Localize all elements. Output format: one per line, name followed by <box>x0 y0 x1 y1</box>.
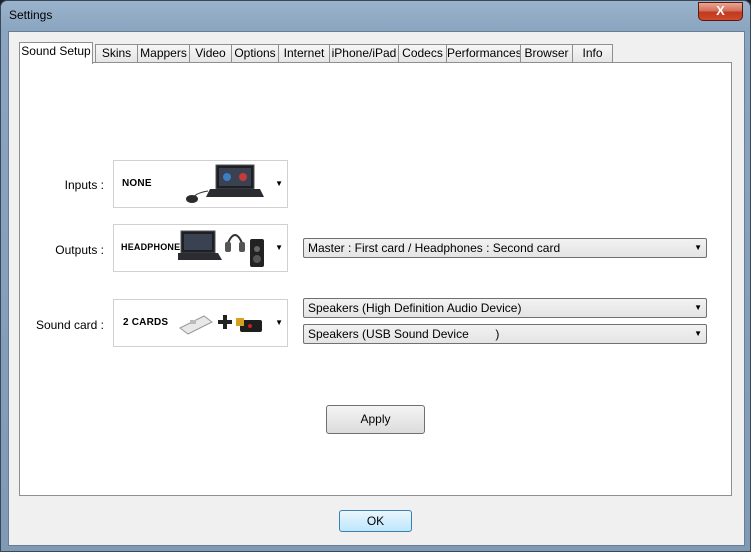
tab-performances[interactable]: Performances <box>446 44 522 62</box>
tab-video[interactable]: Video <box>189 44 232 62</box>
tab-skins[interactable]: Skins <box>95 44 138 62</box>
tab-browser[interactable]: Browser <box>520 44 573 62</box>
tab-options[interactable]: Options <box>231 44 279 62</box>
sound-card-2-select[interactable]: Speakers (USB Sound Device ) ▼ <box>303 324 707 344</box>
output-mode-value: Master : First card / Headphones : Secon… <box>308 241 561 255</box>
sound-card-combo[interactable]: 2 CARDS ▼ <box>113 299 288 347</box>
tab-mappers[interactable]: Mappers <box>137 44 190 62</box>
apply-button[interactable]: Apply <box>326 405 425 434</box>
chevron-down-icon: ▼ <box>694 329 702 338</box>
outputs-label: Outputs : <box>55 243 104 257</box>
chevron-down-icon: ▼ <box>694 303 702 312</box>
sound-card-label: Sound card : <box>35 318 104 332</box>
outputs-combo[interactable]: HEADPHONES ▼ <box>113 224 288 272</box>
tab-info[interactable]: Info <box>572 44 613 62</box>
output-mode-select[interactable]: Master : First card / Headphones : Secon… <box>303 238 707 258</box>
outputs-value: HEADPHONES <box>121 242 187 252</box>
inputs-value: NONE <box>122 178 152 189</box>
inputs-combo[interactable]: NONE ▼ <box>113 160 288 208</box>
title-bar[interactable]: Settings X <box>1 1 750 31</box>
sound-card-1-value: Speakers (High Definition Audio Device) <box>308 301 522 315</box>
laptop-mouse-icon <box>186 164 264 203</box>
sound-card-1-select[interactable]: Speakers (High Definition Audio Device) … <box>303 298 707 318</box>
tab-internet[interactable]: Internet <box>278 44 330 62</box>
tab-sound-setup[interactable]: Sound Setup <box>19 42 93 64</box>
tab-codecs[interactable]: Codecs <box>398 44 447 62</box>
sound-card-2-value: Speakers (USB Sound Device ) <box>308 327 500 341</box>
chevron-down-icon: ▼ <box>694 243 702 252</box>
two-cards-icon <box>179 315 262 335</box>
sound-setup-panel: Inputs : NONE ▼ Outputs : HEADPHONES ▼ M… <box>19 62 732 496</box>
tab-iphone-ipad[interactable]: iPhone/iPad <box>329 44 399 62</box>
window-title: Settings <box>9 8 53 22</box>
ok-button[interactable]: OK <box>339 510 412 532</box>
inputs-label: Inputs : <box>64 178 104 192</box>
close-icon: X <box>716 3 725 18</box>
dropdown-arrow-icon: ▼ <box>275 243 283 252</box>
dropdown-arrow-icon: ▼ <box>275 318 283 327</box>
sound-card-value: 2 CARDS <box>123 317 169 328</box>
close-button[interactable]: X <box>698 2 743 21</box>
dropdown-arrow-icon: ▼ <box>275 179 283 188</box>
laptop-headphones-speaker-icon <box>178 230 264 267</box>
settings-client: Sound Setup Skins Mappers Video Options … <box>8 31 745 546</box>
settings-window: Settings X Sound Setup Skins Mappers Vid… <box>0 0 751 552</box>
